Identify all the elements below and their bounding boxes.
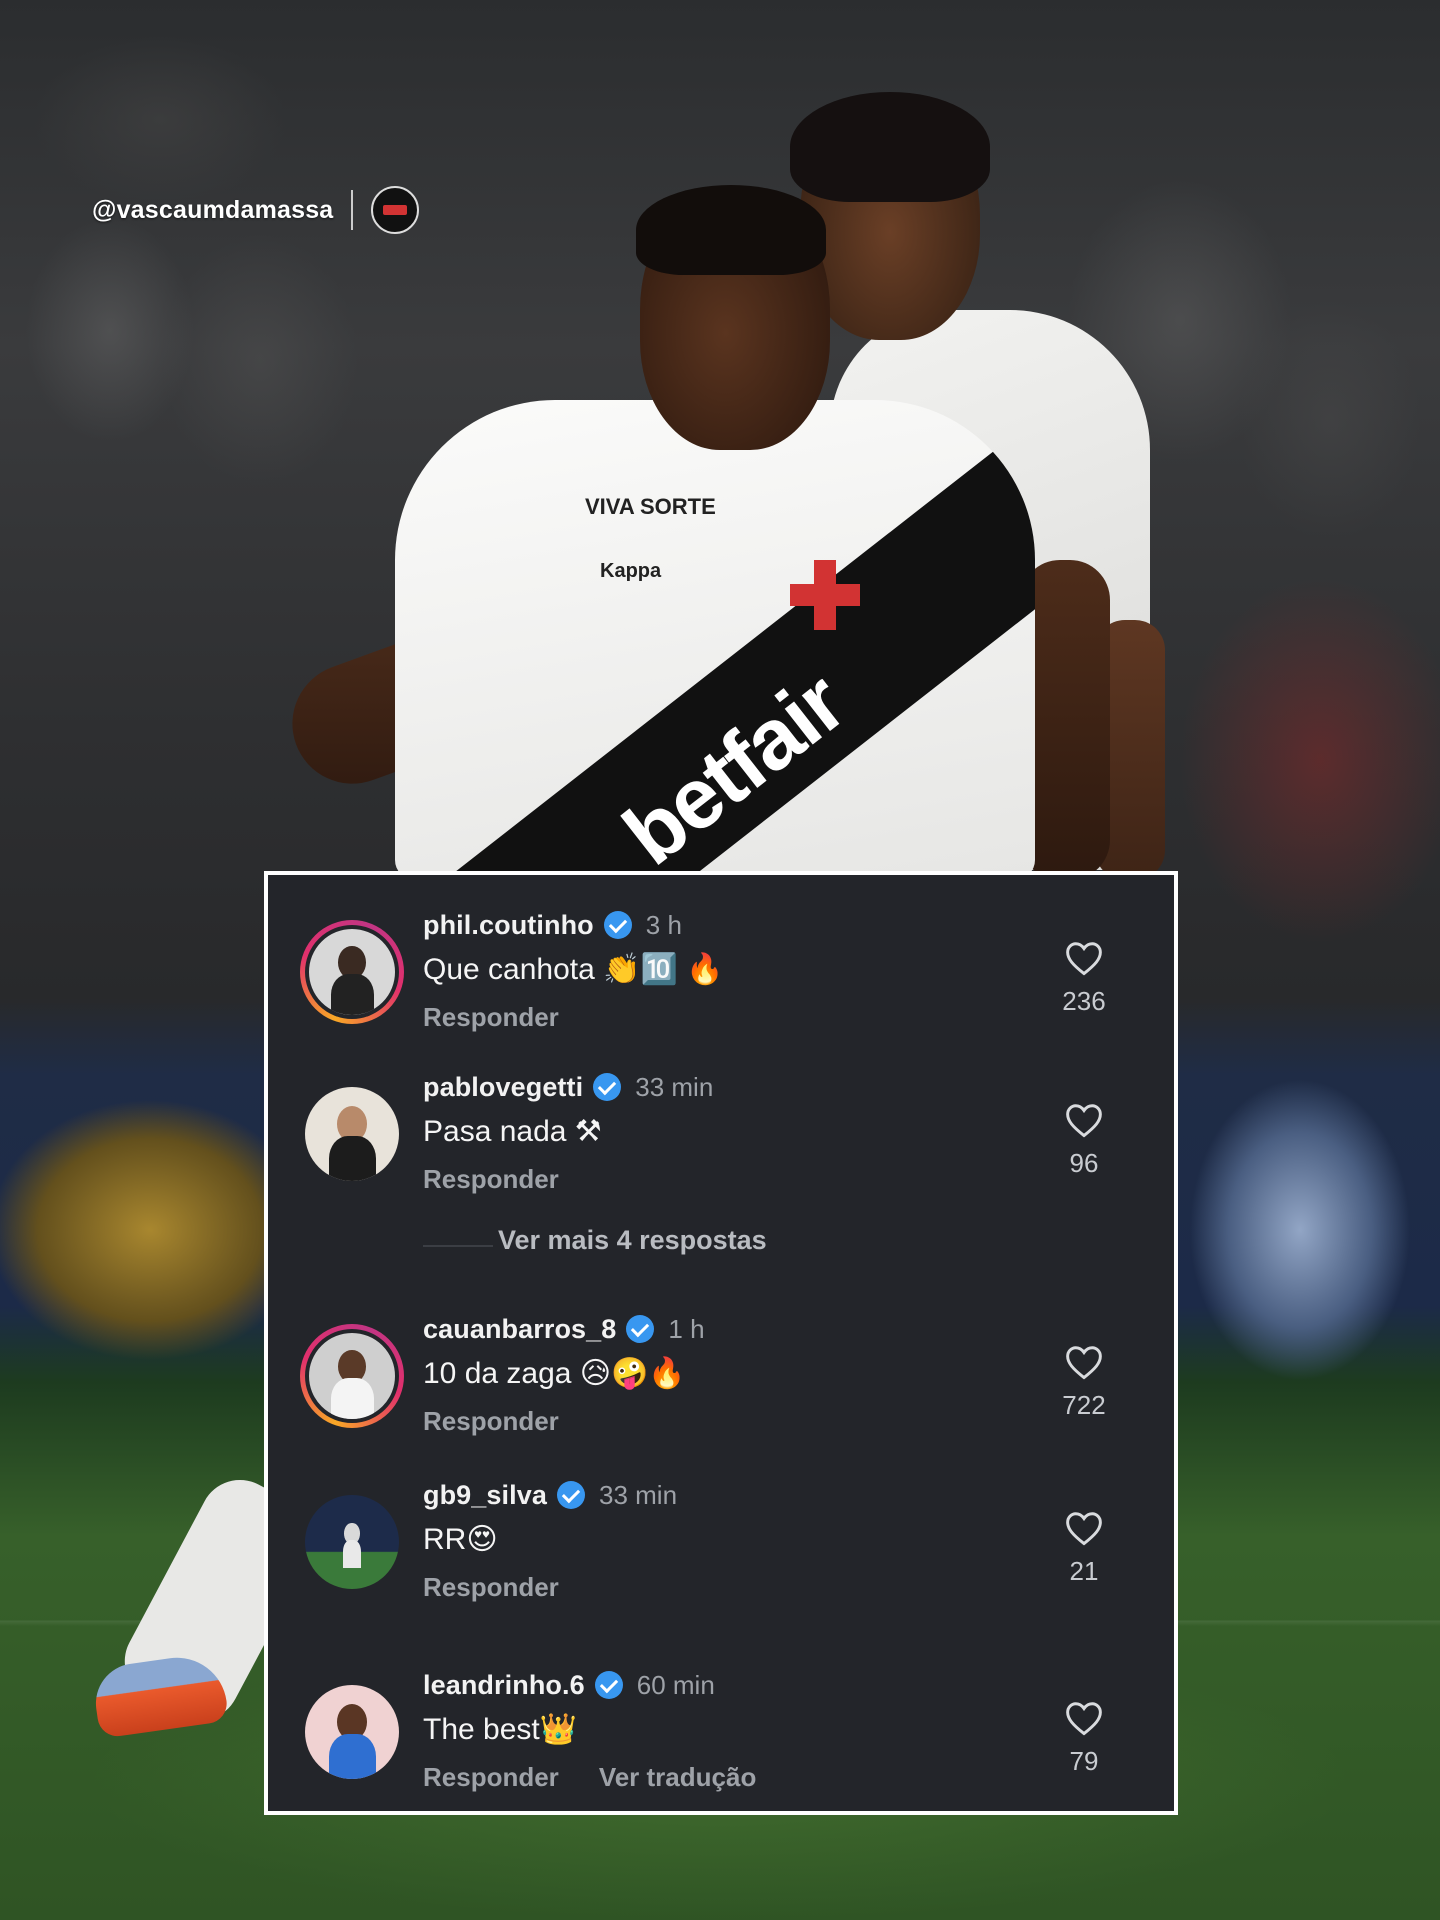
- heart-icon: [1066, 1702, 1102, 1736]
- comment-time: 3 h: [645, 909, 682, 940]
- comment-username[interactable]: phil.coutinho: [423, 910, 594, 941]
- reply-button[interactable]: Responder: [423, 1760, 559, 1794]
- comment-text: The best👑: [423, 1713, 578, 1746]
- reply-button[interactable]: Responder: [423, 1404, 559, 1438]
- heart-icon: [1066, 942, 1102, 976]
- like-count: 96: [1069, 1148, 1099, 1178]
- comment-username[interactable]: gb9_silva: [423, 1480, 547, 1511]
- comment-username[interactable]: cauanbarros_8: [423, 1314, 616, 1345]
- avatar[interactable]: [300, 1324, 404, 1428]
- ad-board-left: [0, 1080, 270, 1370]
- like-button[interactable]: 722: [1054, 1344, 1114, 1421]
- verified-badge-icon: [626, 1315, 655, 1343]
- more-replies-divider: [423, 1245, 493, 1247]
- view-more-replies[interactable]: Ver mais 4 respostas: [268, 1223, 1174, 1263]
- heart-icon: [1066, 1512, 1102, 1546]
- avatar[interactable]: [300, 920, 404, 1024]
- comment-text: Que canhota 👏🔟 🔥: [423, 953, 724, 986]
- verified-badge-icon: [593, 1073, 622, 1101]
- player-front-hair: [636, 185, 826, 275]
- like-count: 236: [1062, 986, 1106, 1016]
- player-back-hair: [790, 92, 990, 202]
- like-button[interactable]: 21: [1054, 1510, 1114, 1587]
- verified-badge-icon: [594, 1671, 623, 1699]
- like-count: 21: [1069, 1556, 1099, 1586]
- comment-time: 1 h: [668, 1313, 705, 1344]
- translate-button[interactable]: Ver tradução: [599, 1760, 757, 1794]
- comment-text: 10 da zaga 😥🤪🔥: [423, 1357, 686, 1390]
- comment-text: Pasa nada ⚒: [423, 1115, 602, 1148]
- more-replies-label[interactable]: Ver mais 4 respostas: [498, 1225, 767, 1256]
- club-logo-icon: [371, 186, 420, 234]
- reply-button[interactable]: Responder: [423, 1000, 559, 1034]
- comment-time: 33 min: [635, 1071, 714, 1102]
- cross-emblem: [790, 560, 860, 630]
- reply-button[interactable]: Responder: [423, 1570, 559, 1604]
- verified-badge-icon: [556, 1481, 585, 1509]
- watermark: @vascaumdamassa: [92, 186, 420, 234]
- avatar[interactable]: [300, 1490, 404, 1594]
- comments-panel: phil.coutinho 3 h Que canhota 👏🔟 🔥 Respo…: [264, 871, 1178, 1815]
- avatar[interactable]: [300, 1082, 404, 1186]
- comment-username[interactable]: leandrinho.6: [423, 1670, 585, 1701]
- heart-icon: [1066, 1346, 1102, 1380]
- comment-username[interactable]: pablovegetti: [423, 1072, 583, 1103]
- like-button[interactable]: 96: [1054, 1102, 1114, 1179]
- like-button[interactable]: 79: [1054, 1700, 1114, 1777]
- reply-button[interactable]: Responder: [423, 1162, 559, 1196]
- ad-board-right: [1170, 1080, 1440, 1380]
- like-button[interactable]: 236: [1054, 940, 1114, 1017]
- comment-time: 33 min: [598, 1479, 678, 1510]
- watermark-divider: [351, 190, 354, 230]
- shirt-brand: Kappa: [600, 560, 662, 582]
- verified-badge-icon: [603, 911, 632, 939]
- comment-time: 60 min: [636, 1669, 715, 1700]
- watermark-handle: @vascaumdamassa: [92, 195, 334, 224]
- like-count: 79: [1069, 1746, 1099, 1776]
- shirt-sponsor-top: VIVA SORTE: [585, 494, 716, 519]
- comment-text: RR😍: [423, 1523, 498, 1556]
- heart-icon: [1066, 1104, 1102, 1138]
- avatar[interactable]: [300, 1680, 404, 1784]
- like-count: 722: [1062, 1390, 1106, 1420]
- player-front-shirt: VIVA SORTE Kappa betfair: [395, 400, 1035, 880]
